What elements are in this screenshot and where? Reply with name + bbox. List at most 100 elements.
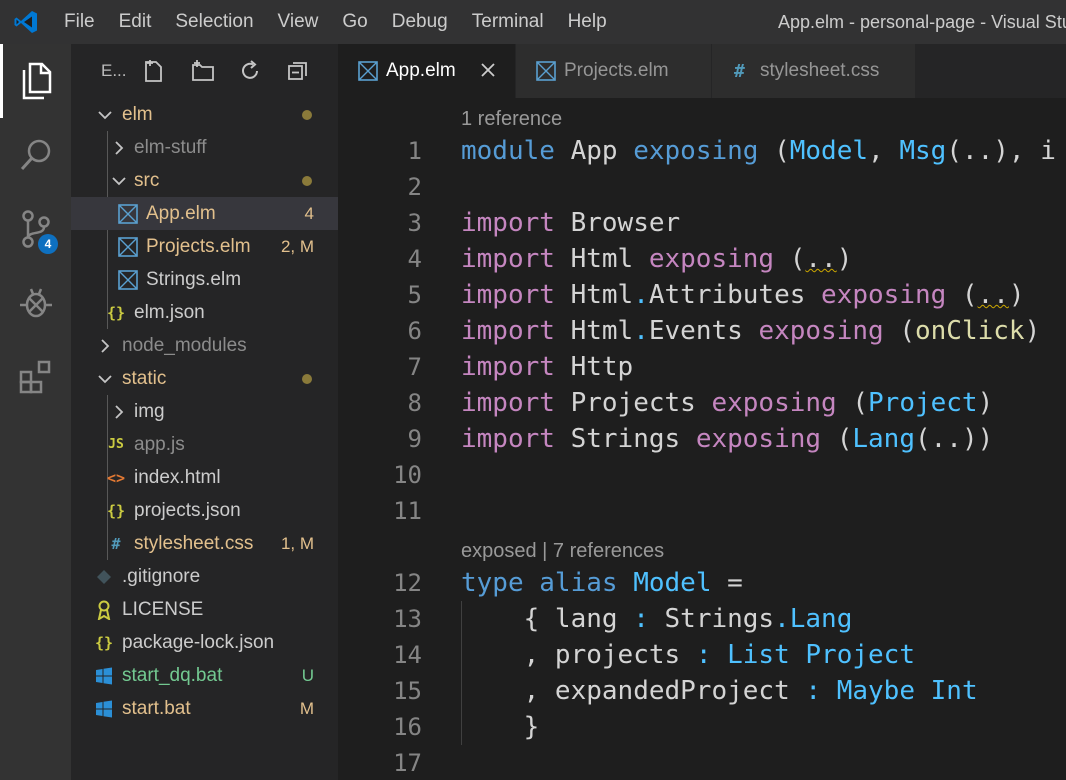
modified-dot [302, 109, 312, 120]
file-status: 2, M [280, 236, 314, 256]
folder-elm[interactable]: elm [71, 98, 338, 131]
js-icon: JS [108, 437, 124, 452]
file-package-lock-json[interactable]: {} package-lock.json [71, 626, 338, 659]
file-projects-json[interactable]: {} projects.json [71, 494, 338, 527]
line-number: 10 [393, 461, 422, 489]
vscode-logo-icon [0, 0, 52, 44]
file-label: elm.json [134, 301, 205, 323]
file-label: package-lock.json [122, 631, 275, 653]
new-file-icon[interactable] [141, 58, 167, 84]
file-index-html[interactable]: <> index.html [71, 461, 338, 494]
line-number: 4 [407, 245, 422, 273]
codelens-model-references[interactable]: exposed | 7 references [461, 537, 664, 565]
line-number: 12 [393, 569, 422, 597]
json-icon: {} [106, 501, 126, 520]
modified-dot [302, 175, 312, 186]
folder-img[interactable]: img [71, 395, 338, 428]
line-number: 1 [407, 137, 422, 165]
line-number: 3 [407, 209, 422, 237]
code-line: { lang : Strings.Lang [461, 604, 853, 634]
json-icon: {} [106, 303, 126, 322]
tab-app-elm[interactable]: App.elm [338, 44, 516, 98]
close-icon[interactable] [479, 61, 497, 79]
line-number: 15 [393, 677, 422, 705]
code-line: import Html.Attributes exposing (..) [461, 280, 1025, 310]
folder-label: img [134, 400, 165, 422]
menu-edit[interactable]: Edit [107, 0, 164, 44]
elm-icon [117, 203, 139, 225]
chevron-right-icon [101, 339, 110, 353]
file-strings-elm[interactable]: Strings.elm [71, 263, 338, 296]
elm-icon [358, 61, 378, 81]
menu-help[interactable]: Help [556, 0, 619, 44]
source-control-button[interactable]: 4 [0, 192, 71, 266]
menu-go[interactable]: Go [330, 0, 379, 44]
windows-icon [93, 698, 115, 720]
folder-src[interactable]: src [71, 164, 338, 197]
file-start-bat[interactable]: start.bat M [71, 692, 338, 725]
file-app-elm[interactable]: App.elm 4 [71, 197, 338, 230]
menu-debug[interactable]: Debug [380, 0, 460, 44]
tab-stylesheet-css[interactable]: # stylesheet.css [712, 44, 916, 98]
file-status: U [301, 665, 314, 685]
chevron-down-icon [112, 177, 126, 186]
explorer-button[interactable] [0, 44, 71, 118]
file-label: Strings.elm [146, 268, 242, 290]
folder-label: elm [122, 103, 153, 125]
code-line: import Html exposing (..) [461, 244, 853, 274]
file-label: App.elm [146, 202, 216, 224]
explorer-sidebar: E... elm elm-stuff src App.elm 4 Project… [71, 44, 338, 780]
search-button[interactable] [0, 118, 71, 192]
debug-button[interactable] [0, 266, 71, 340]
codelens-references[interactable]: 1 reference [461, 105, 562, 133]
file-app-js[interactable]: JS app.js [71, 428, 338, 461]
line-number: 17 [393, 749, 422, 777]
file-gitignore[interactable]: .gitignore [71, 560, 338, 593]
html-icon: <> [106, 468, 126, 487]
file-start-dq-bat[interactable]: start_dq.bat U [71, 659, 338, 692]
file-label: start_dq.bat [122, 664, 223, 686]
line-number: 8 [407, 389, 422, 417]
folder-node-modules[interactable]: node_modules [71, 329, 338, 362]
file-label: start.bat [122, 697, 191, 719]
menu-terminal[interactable]: Terminal [460, 0, 556, 44]
menu-selection[interactable]: Selection [163, 0, 265, 44]
menu-view[interactable]: View [266, 0, 331, 44]
new-folder-icon[interactable] [190, 58, 216, 84]
file-label: index.html [134, 466, 221, 488]
folder-label: elm-stuff [134, 136, 207, 158]
code-editor[interactable]: 1 reference 1 2 3 4 5 6 7 8 9 10 11 expo… [338, 98, 1066, 780]
bug-icon [19, 288, 52, 318]
extensions-button[interactable] [0, 340, 71, 414]
line-number: 11 [393, 497, 422, 525]
elm-icon [117, 236, 139, 258]
extensions-icon [19, 360, 50, 394]
file-stylesheet-css[interactable]: # stylesheet.css 1, M [71, 527, 338, 560]
line-number: 13 [393, 605, 422, 633]
tab-label: stylesheet.css [760, 60, 880, 81]
file-label: Projects.elm [146, 235, 251, 257]
code-line: import Projects exposing (Project) [461, 388, 994, 418]
file-projects-elm[interactable]: Projects.elm 2, M [71, 230, 338, 263]
menu-file[interactable]: File [52, 0, 107, 44]
line-number: 16 [393, 713, 422, 741]
git-icon [93, 566, 115, 588]
chevron-right-icon [115, 141, 124, 155]
chevron-right-icon [115, 405, 124, 419]
file-license[interactable]: LICENSE [71, 593, 338, 626]
files-icon [22, 62, 52, 100]
css-icon: # [734, 60, 745, 82]
file-elm-json[interactable]: {} elm.json [71, 296, 338, 329]
tab-projects-elm[interactable]: Projects.elm [516, 44, 712, 98]
line-number: 6 [407, 317, 422, 345]
elm-icon [117, 269, 139, 291]
folder-static[interactable]: static [71, 362, 338, 395]
license-icon [93, 599, 115, 621]
collapse-all-icon[interactable] [285, 58, 311, 84]
css-icon: # [111, 534, 121, 553]
activity-bar: 4 [0, 44, 71, 780]
json-icon: {} [94, 633, 114, 652]
explorer-title: E... [101, 61, 127, 80]
refresh-icon[interactable] [237, 58, 263, 84]
folder-elm-stuff[interactable]: elm-stuff [71, 131, 338, 164]
